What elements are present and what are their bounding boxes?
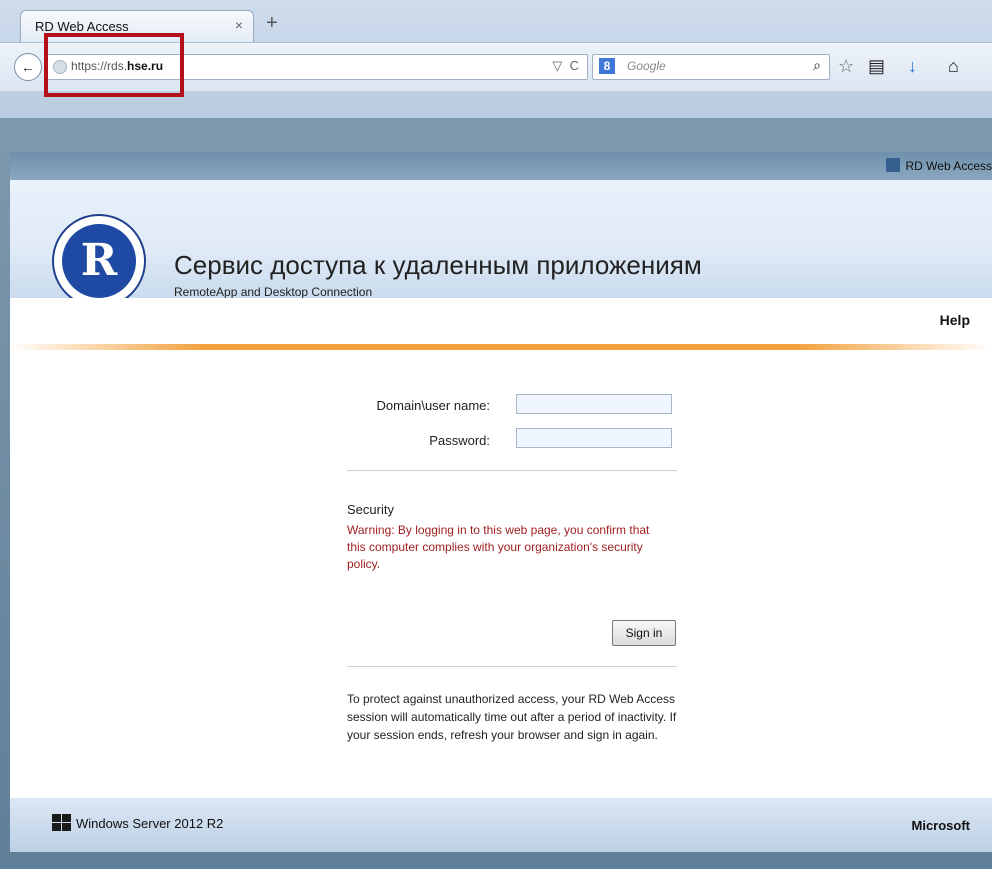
back-arrow-icon: ← [21, 59, 35, 75]
home-icon[interactable]: ⌂ [948, 56, 959, 77]
reload-icon[interactable]: C [570, 58, 579, 73]
tab-close-icon[interactable]: × [235, 17, 243, 33]
page-footer: Windows Server 2012 R2 Microsoft [10, 798, 992, 852]
divider [347, 470, 677, 471]
url-dropdown-icon[interactable]: ▽ [552, 58, 562, 73]
accent-line [10, 344, 992, 350]
hse-logo-emblem: R [62, 224, 136, 298]
page-subtitle: RemoteApp and Desktop Connection [174, 285, 373, 299]
new-tab-button[interactable]: + [266, 12, 278, 35]
downloads-icon[interactable]: ↓ [908, 56, 917, 77]
hse-logo: R [52, 214, 146, 308]
help-bar: Help [10, 298, 992, 346]
top-bar: RD Web Access [10, 152, 992, 180]
divider [347, 666, 677, 667]
search-bar[interactable]: 8 Google ⌕ [592, 54, 830, 80]
search-engine-icon[interactable]: 8 [599, 58, 615, 74]
password-label: Password: [429, 433, 490, 448]
bookmark-star-icon[interactable]: ☆ [838, 56, 854, 77]
windows-logo-icon [52, 814, 72, 832]
security-warning: Warning: By logging in to this web page,… [347, 523, 650, 571]
url-controls: ▽ C [552, 58, 579, 74]
url-highlight-box [44, 33, 184, 97]
bookmarks-menu-icon[interactable]: ▤ [868, 56, 885, 77]
security-title: Security [347, 502, 394, 517]
windows-server-label: Windows Server 2012 R2 [76, 816, 224, 831]
microsoft-logo: Microsoft [911, 818, 971, 833]
password-input[interactable] [516, 428, 672, 448]
rd-web-access-label: RD Web Access [905, 159, 992, 173]
page-title: Сервис доступа к удаленным приложениям [174, 250, 702, 280]
sign-in-button[interactable]: Sign in [612, 620, 676, 646]
rd-web-access-icon [885, 158, 900, 172]
timeout-note: To protect against unauthorized access, … [347, 692, 677, 742]
header-banner: R Сервис доступа к удаленным приложениям… [10, 180, 992, 308]
search-icon[interactable]: ⌕ [813, 57, 821, 74]
username-input[interactable] [516, 394, 672, 414]
search-input[interactable]: Google [627, 59, 666, 73]
tab-title: RD Web Access [35, 19, 129, 34]
back-button[interactable]: ← [14, 53, 42, 81]
help-link[interactable]: Help [940, 312, 970, 328]
rd-web-page: RD Web Access R Сервис доступа к удаленн… [10, 152, 992, 852]
rd-web-access-link[interactable]: RD Web Access [885, 158, 992, 173]
username-label: Domain\user name: [376, 398, 490, 413]
